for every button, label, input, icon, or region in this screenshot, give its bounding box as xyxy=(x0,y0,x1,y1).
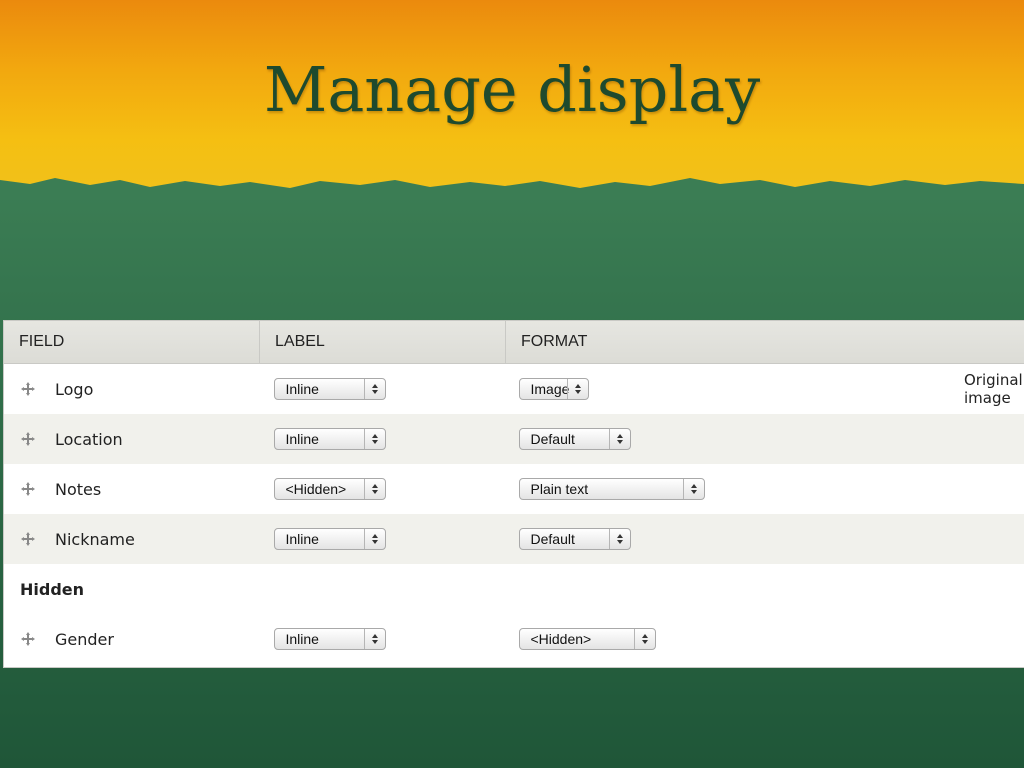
torn-edge-decoration xyxy=(0,178,1024,200)
format-summary-logo: Original image xyxy=(964,371,1023,407)
field-name-notes: Notes xyxy=(55,479,102,499)
select-arrows-icon xyxy=(363,429,385,449)
field-name-logo: Logo xyxy=(55,379,94,399)
select-arrows-icon xyxy=(567,379,588,399)
label-select-nickname[interactable]: Inline xyxy=(273,528,386,550)
label-select-logo[interactable]: Inline xyxy=(273,378,386,400)
select-arrows-icon xyxy=(682,479,704,499)
field-name-nickname: Nickname xyxy=(55,529,135,549)
page-title: Manage display xyxy=(263,53,761,126)
format-select-notes[interactable]: Plain text xyxy=(518,478,705,500)
label-select-location[interactable]: Inline xyxy=(273,428,386,450)
drag-handle-icon[interactable] xyxy=(20,381,36,397)
select-arrows-icon xyxy=(363,529,385,549)
drag-handle-icon[interactable] xyxy=(20,481,36,497)
select-arrows-icon xyxy=(633,629,655,649)
select-arrows-icon xyxy=(363,379,385,399)
label-select-gender[interactable]: Inline xyxy=(273,628,386,650)
manage-display-table: FIELD LABEL FORMAT Logo Inline Image Ori… xyxy=(3,320,1024,668)
format-select-nickname[interactable]: Default xyxy=(518,528,631,550)
header-label[interactable]: LABEL xyxy=(259,321,506,364)
region-title-hidden: Hidden xyxy=(4,564,1024,614)
header-format[interactable]: FORMAT xyxy=(505,321,1024,364)
drag-handle-icon[interactable] xyxy=(20,631,36,647)
select-arrows-icon xyxy=(363,629,385,649)
region-row-hidden: Hidden xyxy=(4,564,1024,614)
drag-handle-icon[interactable] xyxy=(20,531,36,547)
header-field[interactable]: FIELD xyxy=(4,321,260,364)
format-select-gender[interactable]: <Hidden> xyxy=(518,628,656,650)
table-row: Nickname Inline Default xyxy=(4,514,1024,564)
format-select-location[interactable]: Default xyxy=(518,428,631,450)
table-row: Location Inline Default xyxy=(4,414,1024,464)
table-row: Gender Inline <Hidden> xyxy=(4,614,1024,664)
field-name-gender: Gender xyxy=(55,629,114,649)
select-arrows-icon xyxy=(363,479,385,499)
select-arrows-icon xyxy=(608,429,630,449)
table-row: Logo Inline Image Original image xyxy=(4,363,1024,414)
label-select-notes[interactable]: <Hidden> xyxy=(273,478,386,500)
format-select-logo[interactable]: Image xyxy=(518,378,589,400)
drag-handle-icon[interactable] xyxy=(20,431,36,447)
select-arrows-icon xyxy=(608,529,630,549)
field-name-location: Location xyxy=(55,429,123,449)
table-row: Notes <Hidden> Plain text xyxy=(4,464,1024,514)
